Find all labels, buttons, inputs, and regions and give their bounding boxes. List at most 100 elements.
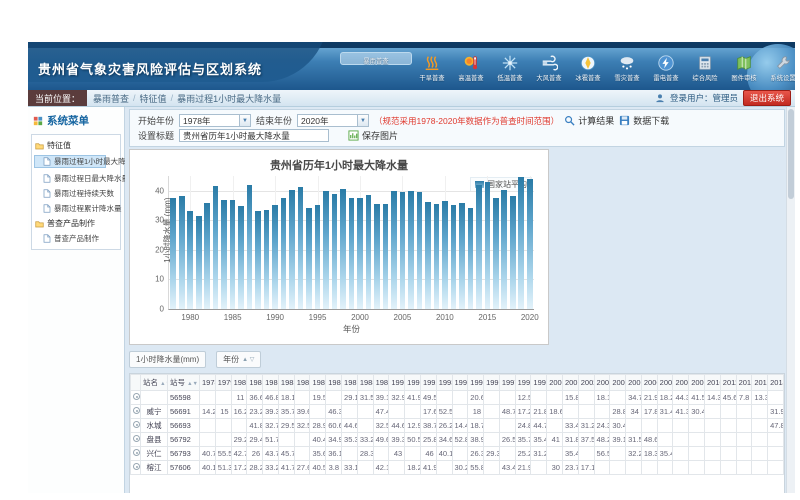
vertical-scrollbar-thumb[interactable] [788,109,794,199]
row-select-radio[interactable] [133,421,140,428]
year-column-header[interactable]: 2010 [705,375,721,391]
nav-item-lightning[interactable]: 雷电普查 [646,52,685,84]
row-select-cell[interactable] [131,419,141,433]
year-column-header[interactable]: 2003 [594,375,610,391]
year-column-header[interactable]: 1982 [263,375,279,391]
year-column-header[interactable]: 2013 [752,375,768,391]
station-id-header[interactable]: 站号 ▲▼ [168,375,200,391]
sidebar-item[interactable]: 暴雨过程日最大降水量 [34,171,118,186]
year-column-header[interactable]: 1985 [310,375,326,391]
table-row[interactable]: 水城5669341.832.729.532.528.960.644.632.54… [131,419,784,433]
year-column-header[interactable]: 1984 [294,375,310,391]
year-column-header[interactable]: 2007 [657,375,673,391]
value-cell [200,391,216,405]
table-row[interactable]: 兴仁5679340.755.542.72643.745.735.636.128.… [131,447,784,461]
year-column-header[interactable]: 1992 [420,375,436,391]
sidebar-item[interactable]: 暴雨过程1小时最大降水量 [34,155,106,168]
value-field-chip[interactable]: 1小时降水量(mm) [129,351,206,368]
sidebar-item[interactable]: 普查产品制作 [34,231,118,246]
year-column-header[interactable]: 2014 [768,375,784,391]
table-row[interactable]: 榕江5760640.151.317.228.233.241.727.640.53… [131,461,784,475]
row-select-radio[interactable] [133,463,140,470]
year-column-header[interactable]: 2012 [736,375,752,391]
year-column-header[interactable]: 1996 [484,375,500,391]
toolbar-row-1: 开始年份 1978年 ▼ 结束年份 2020年 ▼ （规范采用1978-2020… [138,113,776,128]
sidebar-item[interactable]: 暴雨过程累计降水量 [34,201,118,216]
year-column-header[interactable]: 2001 [562,375,578,391]
year-field-chip[interactable]: 年份 ▲ ▽ [216,351,261,368]
breadcrumb-item[interactable]: 暴雨普查 [93,92,129,105]
year-column-header[interactable]: 1999 [531,375,547,391]
breadcrumb-item[interactable]: 暴雨过程1小时最大降水量 [177,92,281,105]
value-cell [768,461,784,475]
chevron-down-icon[interactable]: ▼ [357,115,368,126]
nav-item-map-review[interactable]: 图件审核 [724,52,763,84]
chart-title-input[interactable] [179,129,329,142]
nav-item-risk[interactable]: 综合风险 [685,52,724,84]
nav-item-drought[interactable]: 干旱普查 [412,52,451,84]
nav-item-rainstorm[interactable]: 暴雨普查 [340,52,412,65]
breadcrumb-item[interactable]: 特征值 [140,92,167,105]
table-row[interactable]: 盘县5679229.229.451.740.434.935.333.249.63… [131,433,784,447]
year-column-header[interactable]: 1998 [515,375,531,391]
row-select-radio[interactable] [133,407,140,414]
nav-item-snow[interactable]: 雪灾普查 [607,52,646,84]
year-column-header[interactable]: 2002 [578,375,594,391]
row-select-radio[interactable] [133,393,140,400]
year-column-header[interactable]: 2008 [673,375,689,391]
year-column-header[interactable]: 1978 [200,375,216,391]
value-cell: 39.3 [389,433,405,447]
range-note: （规范采用1978-2020年数据作为普查时间范围） [374,115,559,127]
year-column-header[interactable]: 1981 [247,375,263,391]
year-column-header[interactable]: 1995 [468,375,484,391]
row-select-cell[interactable] [131,447,141,461]
data-download-button[interactable]: 数据下载 [619,114,669,127]
sidebar-item[interactable]: 暴雨过程持续天数 [34,186,118,201]
year-column-header[interactable]: 1980 [231,375,247,391]
year-column-header[interactable]: 1993 [436,375,452,391]
row-select-radio[interactable] [133,449,140,456]
save-image-button[interactable]: 保存图片 [348,129,398,142]
year-column-header[interactable]: 1986 [326,375,342,391]
nav-item-low-temp[interactable]: 低温普查 [490,52,529,84]
sidebar-group[interactable]: 普查产品制作 [34,216,118,231]
year-column-header[interactable]: 1991 [405,375,421,391]
year-column-header[interactable]: 1988 [357,375,373,391]
value-cell: 29.1 [342,391,358,405]
table-row[interactable]: 威宁5669114.21516.223.239.335.739.646.347.… [131,405,784,419]
vertical-scrollbar[interactable] [786,107,795,493]
row-select-cell[interactable] [131,461,141,475]
row-select-cell[interactable] [131,391,141,405]
year-column-header[interactable]: 1983 [278,375,294,391]
year-column-header[interactable]: 2009 [689,375,705,391]
nav-item-high-temp[interactable]: 高温普查 [451,52,490,84]
row-select-cell[interactable] [131,433,141,447]
row-select-radio[interactable] [133,435,140,442]
start-year-select[interactable]: 1978年 ▼ [179,114,251,127]
nav-item-settings[interactable]: 系统设置 [763,52,795,84]
nav-item-hail[interactable]: 冰雹普查 [568,52,607,84]
year-column-header[interactable]: 1989 [373,375,389,391]
logout-button[interactable]: 退出系统 [743,90,791,106]
year-column-header[interactable]: 1994 [452,375,468,391]
year-column-header[interactable]: 2000 [547,375,563,391]
year-column-header[interactable]: 2006 [641,375,657,391]
value-cell: 32.5 [373,419,389,433]
nav-item-wind[interactable]: 大风普查 [529,52,568,84]
sort-icons[interactable]: ▲ ▽ [242,356,254,363]
year-column-header[interactable]: 2004 [610,375,626,391]
sidebar-group[interactable]: 特征值 [34,138,118,153]
station-name-header[interactable]: 站名 ▲▼ [141,375,168,391]
end-year-select[interactable]: 2020年 ▼ [297,114,369,127]
chevron-down-icon[interactable]: ▼ [239,115,250,126]
year-column-header[interactable]: 2005 [626,375,642,391]
year-column-header[interactable]: 1987 [342,375,358,391]
year-column-header[interactable]: 1979 [215,375,231,391]
wind-icon [540,54,558,72]
row-select-cell[interactable] [131,405,141,419]
year-column-header[interactable]: 1997 [499,375,515,391]
year-column-header[interactable]: 1990 [389,375,405,391]
year-column-header[interactable]: 2011 [720,375,736,391]
table-row[interactable]: 565981136.646.818.119.529.131.539.132.94… [131,391,784,405]
calc-result-button[interactable]: 计算结果 [564,114,614,127]
